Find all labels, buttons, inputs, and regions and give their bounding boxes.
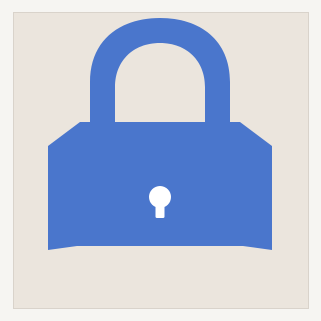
lock-icon <box>48 18 272 250</box>
image-frame <box>0 0 321 321</box>
lock-icon-container <box>0 0 321 321</box>
lock-shackle <box>90 18 230 122</box>
